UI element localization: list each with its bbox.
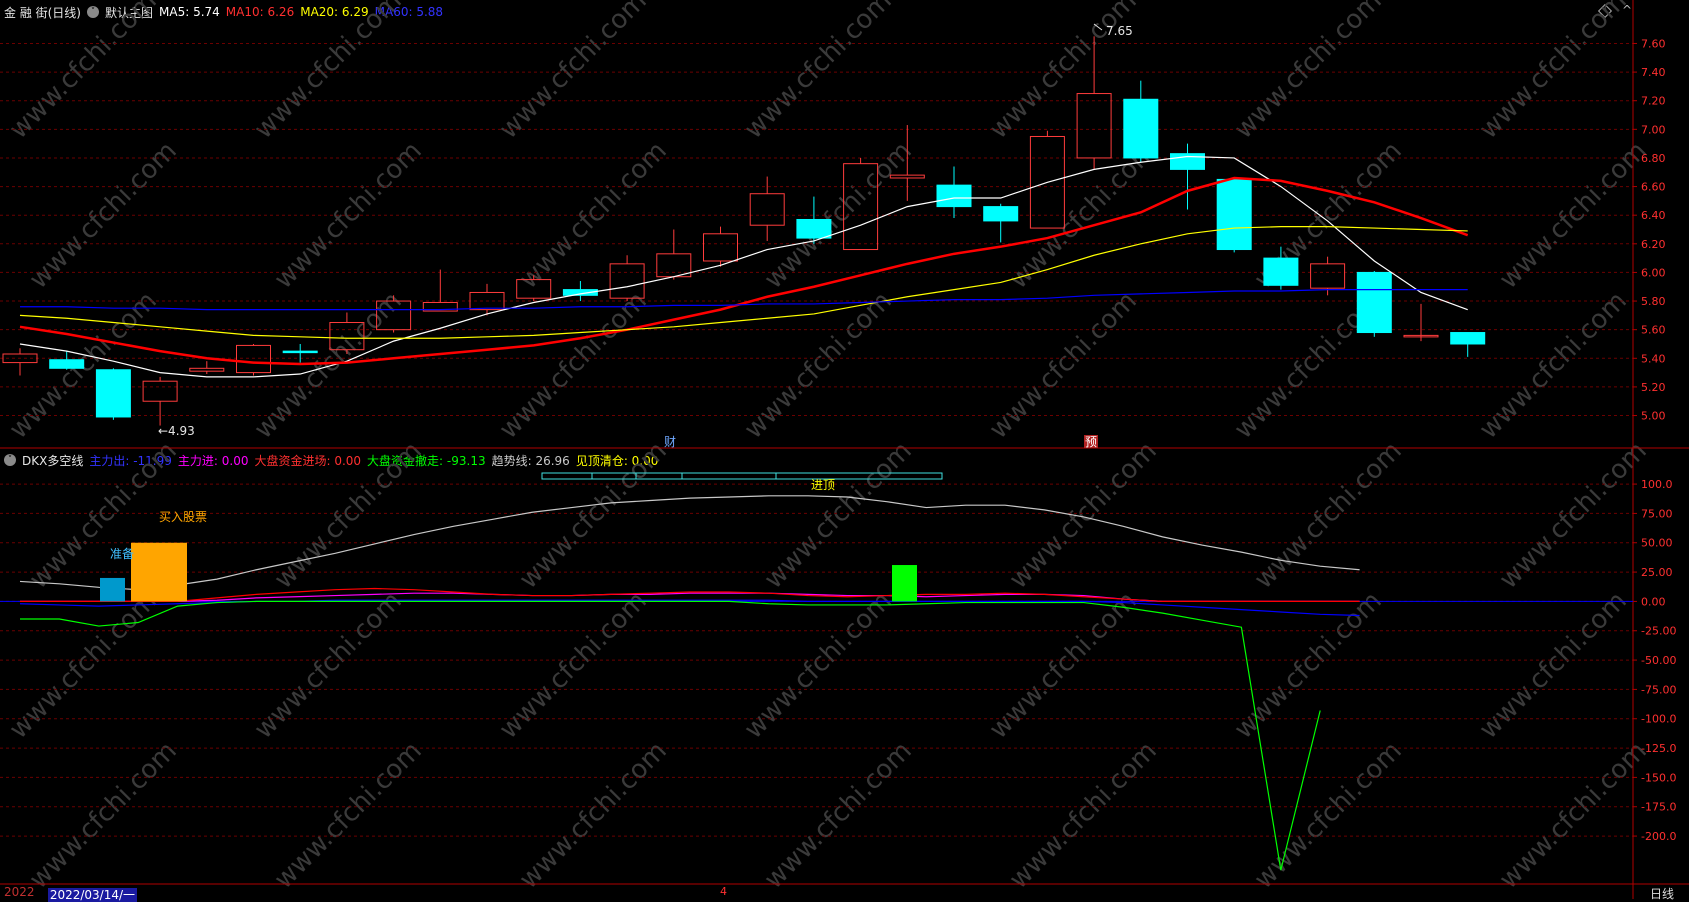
watermark-text: www.cfchi.com [514,736,673,895]
watermark-text: www.cfchi.com [4,586,163,745]
main-tick-label: 7.00 [1641,123,1666,136]
main-tick-label: 7.40 [1641,66,1666,79]
watermark-text: www.cfchi.com [494,286,653,445]
prepare-label: 准备 [110,547,134,561]
high-price-label: 7.65 [1106,24,1133,38]
candle-down [796,218,832,239]
watermark-text: www.cfchi.com [984,286,1143,445]
watermark-text: www.cfchi.com [1249,436,1408,595]
watermark-text: www.cfchi.com [1494,736,1653,895]
main-tick-label: 5.20 [1641,381,1666,394]
watermark-text: www.cfchi.com [514,436,673,595]
yu-marker: 预 [1085,435,1097,449]
main-tick-label: 7.60 [1641,37,1666,50]
candle-down [1450,332,1486,345]
candle-down [1263,257,1299,286]
watermark-text: www.cfchi.com [1474,586,1633,745]
watermark-text: www.cfchi.com [269,436,428,595]
watermark-layer: www.cfchi.com www.cfchi.com www.cfchi.com w… [4,0,1653,895]
watermark-text: www.cfchi.com [494,586,653,745]
indicator-tick-label: 0.00 [1641,595,1666,608]
indicator-tick-label: -25.00 [1641,625,1676,638]
watermark-text: www.cfchi.com [1474,286,1633,445]
watermark-text: www.cfchi.com [984,586,1143,745]
signal-bar-2 [131,542,187,602]
main-tick-label: 5.80 [1641,295,1666,308]
period-label[interactable]: 日线 [1650,885,1674,902]
dapan-che-line [20,600,1321,871]
indicator-tick-label: -50.00 [1641,654,1676,667]
candle-down [936,184,972,208]
chart-canvas[interactable]: www.cfchi.com www.cfchi.com www.cfchi.com w… [0,0,1689,899]
watermark-text: www.cfchi.com [739,286,898,445]
main-tick-label: 5.40 [1641,352,1666,365]
watermark-text: www.cfchi.com [1249,736,1408,895]
watermark-text: www.cfchi.com [739,586,898,745]
signal-bar-1 [100,577,125,602]
candle-down [282,350,318,354]
candle-down [983,206,1019,222]
year-fragment: 2022 [4,885,35,899]
candle-down [1123,98,1159,159]
candle-up [142,380,178,402]
candle-down [95,369,131,418]
signal-bar-3 [892,565,917,602]
indicator-tick-label: -200.0 [1641,830,1676,843]
watermark-text: www.cfchi.com [24,736,183,895]
main-tick-label: 6.60 [1641,181,1666,194]
candle-up [703,233,738,262]
main-tick-label: 5.60 [1641,324,1666,337]
watermark-text: www.cfchi.com [1004,436,1163,595]
candle-down [1356,271,1392,334]
indicator-tick-label: -175.0 [1641,801,1676,814]
main-tick-label: 7.20 [1641,95,1666,108]
watermark-text: www.cfchi.com [1004,736,1163,895]
buy-stock-label: 买入股票 [159,510,207,524]
indicator-tick-label: -125.0 [1641,742,1676,755]
indicator-tick-label: -150.0 [1641,771,1676,784]
candle-down [49,359,85,369]
ma-line-ma60 [20,289,1468,311]
candle-up [189,367,225,372]
low-price-label: ←4.93 [158,424,195,438]
indicator-tick-label: 25.00 [1641,566,1673,579]
watermark-text: www.cfchi.com [269,736,428,895]
watermark-text: www.cfchi.com [1494,436,1653,595]
indicator-tick-label: -75.00 [1641,683,1676,696]
indicator-tick-label: 100.0 [1641,478,1673,491]
month-marker: 4 [720,885,727,898]
main-tick-label: 6.20 [1641,238,1666,251]
indicator-tick-label: 50.00 [1641,537,1673,550]
main-tick-label: 6.80 [1641,152,1666,165]
axes-layer: 5.00 5.20 5.40 5.60 5.80 6.00 6.20 6.40 6.60 6.80… [0,0,1689,899]
watermark-text: www.cfchi.com [759,736,918,895]
date-label[interactable]: 2022/03/14/一 [47,888,138,902]
top-label: 进顶 [811,478,835,492]
watermark-text: www.cfchi.com [249,586,408,745]
main-tick-label: 6.00 [1641,266,1666,279]
main-tick-label: 6.40 [1641,209,1666,222]
indicator-tick-label: -100.0 [1641,713,1676,726]
candle-up [749,193,785,226]
candle-down [1216,178,1252,251]
candle-up [236,344,271,374]
candle-up [1310,263,1346,289]
cai-marker: 财 [664,435,676,449]
status-bar: 2022 2022/03/14/一 [0,885,138,902]
indicator-tick-label: 75.00 [1641,507,1673,520]
candle-up [1076,93,1112,159]
main-tick-label: 5.00 [1641,410,1666,423]
